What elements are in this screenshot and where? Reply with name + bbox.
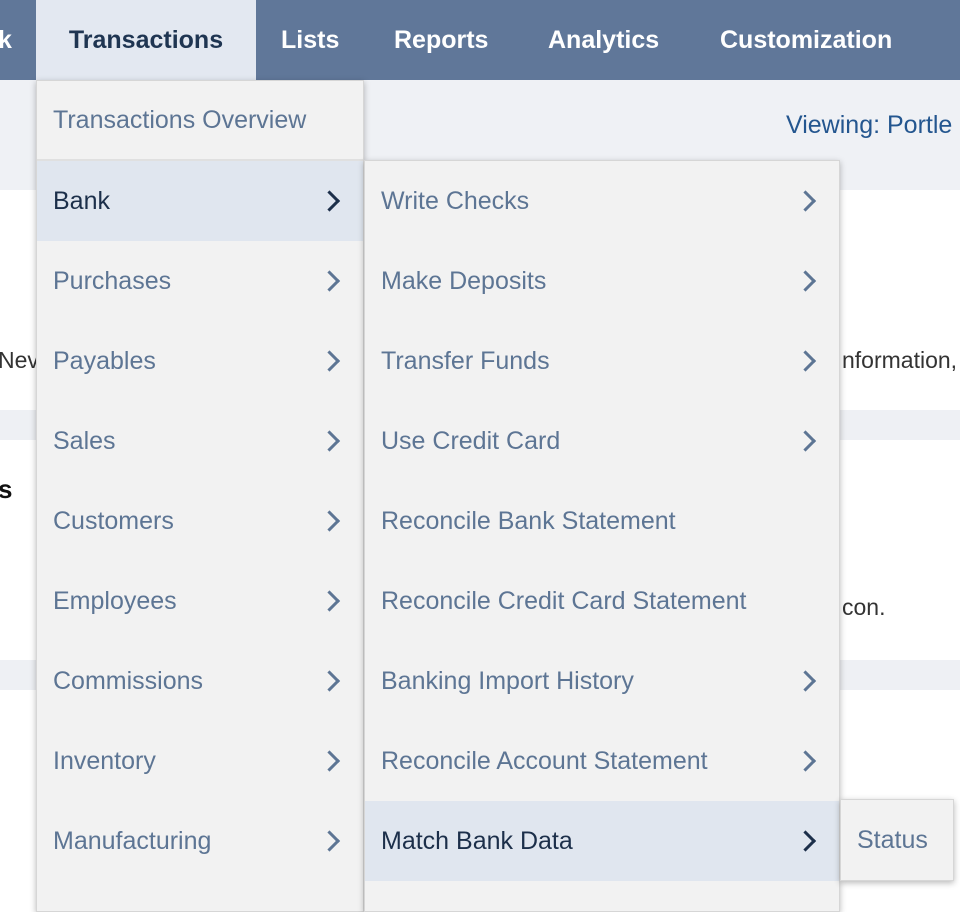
transactions-menu: Transactions Overview Bank Purchases Pay… — [36, 80, 364, 912]
menu-item-status[interactable]: Status — [841, 800, 953, 880]
menu-item-payables[interactable]: Payables — [37, 321, 363, 401]
menu-item-label: Bank — [53, 186, 110, 215]
menu-item-sales[interactable]: Sales — [37, 401, 363, 481]
background-text-fragment: Nev — [0, 347, 39, 373]
nav-item-customization[interactable]: Customization — [720, 0, 892, 80]
nav-item-transactions[interactable]: Transactions — [36, 0, 256, 80]
chevron-right-icon — [318, 590, 341, 612]
nav-item-partial[interactable]: k — [0, 0, 12, 80]
chevron-right-icon — [318, 190, 341, 212]
menu-item-transactions-overview[interactable]: Transactions Overview — [37, 81, 363, 161]
chevron-right-icon — [318, 750, 341, 772]
menu-item-use-credit-card[interactable]: Use Credit Card — [365, 401, 839, 481]
menu-item-label: Reconcile Account Statement — [381, 746, 708, 775]
menu-item-make-deposits[interactable]: Make Deposits — [365, 241, 839, 321]
menu-item-label: Inventory — [53, 746, 156, 775]
menu-item-label: Sales — [53, 426, 116, 455]
menu-item-label: Reconcile Credit Card Statement — [381, 586, 747, 615]
menu-item-label: Transfer Funds — [381, 346, 550, 375]
background-heading-fragment: s — [0, 474, 13, 504]
chevron-right-icon — [794, 830, 817, 852]
menu-item-label: Customers — [53, 506, 174, 535]
menu-item-commissions[interactable]: Commissions — [37, 641, 363, 721]
chevron-right-icon — [318, 430, 341, 452]
chevron-right-icon — [794, 430, 817, 452]
menu-item-reconcile-account-statement[interactable]: Reconcile Account Statement — [365, 721, 839, 801]
menu-item-label: Purchases — [53, 266, 172, 295]
chevron-right-icon — [318, 270, 341, 292]
menu-item-label: Reconcile Bank Statement — [381, 506, 676, 535]
menu-item-reconcile-bank-statement[interactable]: Reconcile Bank Statement — [365, 481, 839, 561]
background-text-fragment: con. — [842, 594, 886, 620]
menu-item-reconcile-credit-card-statement[interactable]: Reconcile Credit Card Statement — [365, 561, 839, 641]
menu-item-banking-import-history[interactable]: Banking Import History — [365, 641, 839, 721]
background-text-fragment: nformation, — [842, 347, 958, 373]
menu-item-label: Manufacturing — [53, 826, 212, 855]
chevron-right-icon — [794, 190, 817, 212]
chevron-right-icon — [318, 350, 341, 372]
top-nav-bar: k Transactions Lists Reports Analytics C… — [0, 0, 960, 80]
nav-item-analytics[interactable]: Analytics — [548, 0, 659, 80]
menu-item-label: Make Deposits — [381, 266, 547, 295]
chevron-right-icon — [318, 510, 341, 532]
menu-item-write-checks[interactable]: Write Checks — [365, 161, 839, 241]
menu-item-label: Banking Import History — [381, 666, 634, 695]
menu-item-inventory[interactable]: Inventory — [37, 721, 363, 801]
menu-item-label: Commissions — [53, 666, 204, 695]
chevron-right-icon — [794, 670, 817, 692]
nav-item-lists[interactable]: Lists — [281, 0, 339, 80]
menu-item-manufacturing[interactable]: Manufacturing — [37, 801, 363, 881]
menu-item-match-bank-data[interactable]: Match Bank Data — [365, 801, 839, 881]
menu-item-label: Payables — [53, 346, 156, 375]
menu-item-bank[interactable]: Bank — [37, 161, 363, 241]
chevron-right-icon — [794, 270, 817, 292]
menu-item-transfer-funds[interactable]: Transfer Funds — [365, 321, 839, 401]
menu-item-label: Match Bank Data — [381, 826, 573, 855]
chevron-right-icon — [794, 750, 817, 772]
match-bank-data-submenu: Status — [840, 799, 954, 881]
menu-item-label: Write Checks — [381, 186, 530, 215]
menu-item-employees[interactable]: Employees — [37, 561, 363, 641]
menu-item-purchases[interactable]: Purchases — [37, 241, 363, 321]
menu-item-label: Use Credit Card — [381, 426, 561, 455]
bank-submenu: Write Checks Make Deposits Transfer Fund… — [364, 160, 840, 912]
chevron-right-icon — [794, 350, 817, 372]
menu-item-customers[interactable]: Customers — [37, 481, 363, 561]
menu-item-label: Employees — [53, 586, 177, 615]
chevron-right-icon — [318, 830, 341, 852]
menu-item-label: Transactions Overview — [53, 105, 307, 134]
menu-item-label: Status — [857, 825, 928, 854]
viewing-role-link[interactable]: Viewing: Portle — [786, 111, 952, 140]
chevron-right-icon — [318, 670, 341, 692]
nav-item-reports[interactable]: Reports — [394, 0, 488, 80]
